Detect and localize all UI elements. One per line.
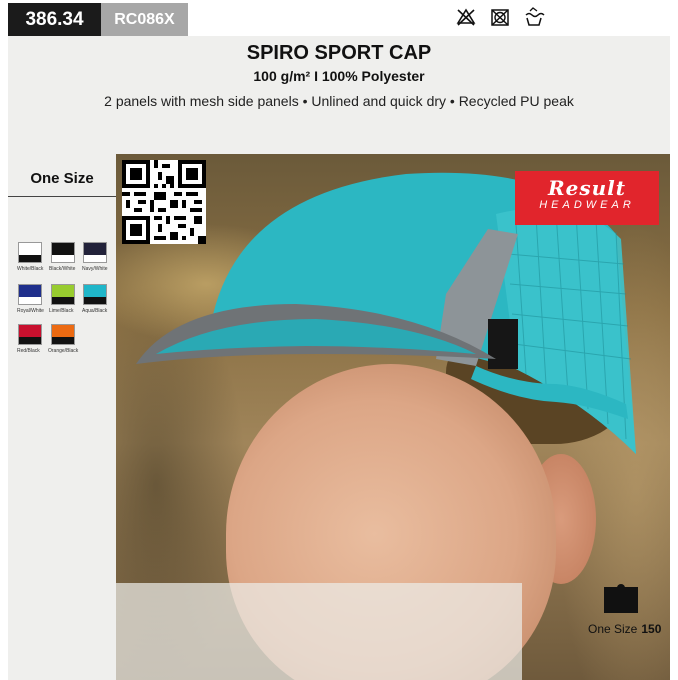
colour-swatch-royal-white bbox=[18, 284, 42, 305]
do-not-tumble-dry-icon bbox=[489, 6, 511, 28]
brand-name: Result bbox=[548, 176, 626, 200]
colour-swatch-white-black bbox=[18, 242, 42, 263]
top-bar: 386.34 RC086X bbox=[0, 0, 678, 40]
colour-label: Lime/Black bbox=[49, 308, 74, 314]
colour-label: Navy/White bbox=[82, 266, 108, 272]
colour-label: Aqua/Black bbox=[82, 308, 108, 314]
size-name: One Size bbox=[588, 622, 638, 636]
photo-overlay bbox=[116, 583, 522, 680]
colour-swatch-aqua-black bbox=[83, 284, 107, 305]
product-subtitle: 100 g/m² I 100% Polyester bbox=[253, 68, 425, 84]
brand-logo: Result HEADWEAR bbox=[515, 171, 659, 225]
cap-size-icon bbox=[604, 584, 638, 613]
divider bbox=[8, 196, 116, 197]
colour-label: Red/Black bbox=[17, 348, 40, 354]
product-code-badge: RC086X bbox=[101, 3, 188, 36]
price-badge: 386.34 bbox=[8, 3, 101, 36]
product-header: SPIRO SPORT CAP 100 g/m² I 100% Polyeste… bbox=[8, 36, 670, 154]
product-description: 2 panels with mesh side panels • Unlined… bbox=[104, 93, 574, 109]
colour-swatch-black-white bbox=[51, 242, 75, 263]
product-photo: Result HEADWEAR bbox=[116, 154, 670, 680]
colour-swatch-red-black bbox=[18, 324, 42, 345]
product-title: SPIRO SPORT CAP bbox=[246, 42, 432, 64]
brand-sub: HEADWEAR bbox=[539, 199, 635, 211]
size-label: One Size bbox=[30, 170, 94, 187]
options-column: One Size White/Black Black/White Navy/Wh… bbox=[8, 154, 116, 680]
colour-swatch-orange-black bbox=[51, 324, 75, 345]
hand-wash-icon bbox=[523, 6, 545, 28]
colour-label: Black/White bbox=[49, 266, 76, 272]
colour-label: Royal/White bbox=[17, 308, 44, 314]
size-table-row: One Size 150 bbox=[588, 622, 661, 636]
do-not-bleach-icon bbox=[455, 6, 477, 28]
care-icons bbox=[455, 6, 545, 28]
colour-swatch-navy-white bbox=[83, 242, 107, 263]
size-value: 150 bbox=[641, 622, 662, 636]
colour-label: Orange/Black bbox=[48, 348, 79, 354]
colour-swatch-lime-black bbox=[51, 284, 75, 305]
qr-code bbox=[122, 160, 206, 244]
colour-label: White/Black bbox=[17, 266, 44, 272]
